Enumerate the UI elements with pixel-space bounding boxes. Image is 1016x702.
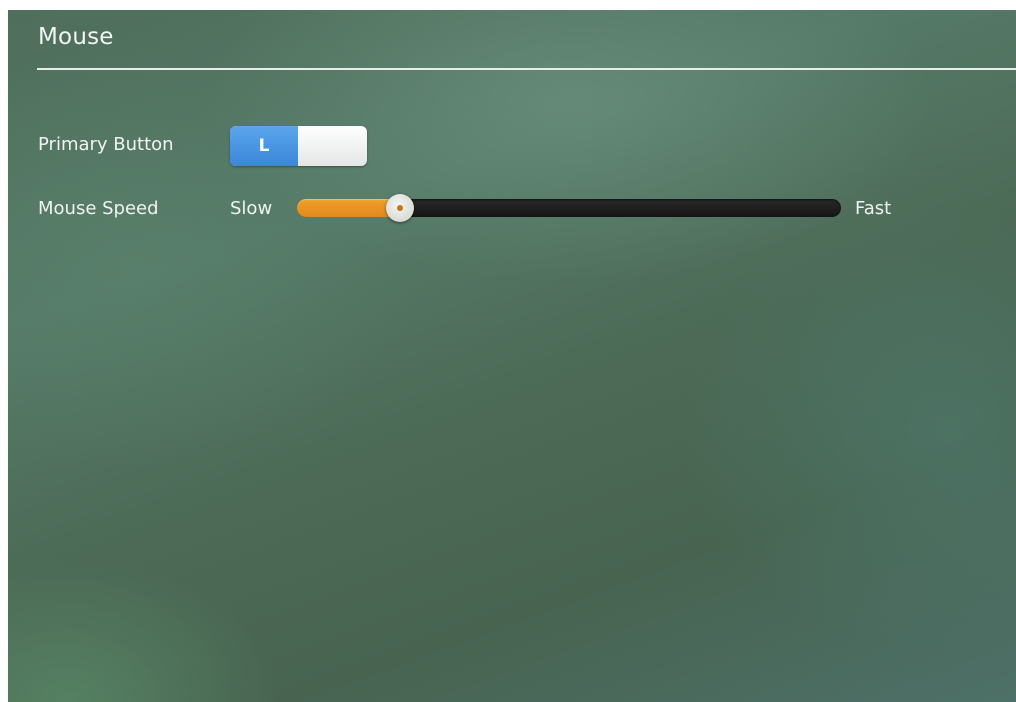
title-divider bbox=[37, 68, 1016, 70]
slider-min-label: Slow bbox=[230, 198, 273, 219]
mouse-settings-panel: Mouse Primary Button L Mouse Speed Slow … bbox=[8, 10, 1016, 702]
mouse-speed-label: Mouse Speed bbox=[38, 198, 159, 219]
slider-fill bbox=[297, 199, 400, 217]
slider-max-label: Fast bbox=[855, 198, 892, 219]
slider-thumb-dot bbox=[397, 205, 403, 211]
primary-button-toggle[interactable]: L bbox=[230, 126, 367, 166]
section-title: Mouse bbox=[38, 24, 114, 50]
mouse-speed-slider[interactable] bbox=[297, 194, 841, 222]
primary-button-label: Primary Button bbox=[38, 134, 174, 155]
slider-thumb[interactable] bbox=[386, 194, 414, 222]
primary-button-selected-value: L bbox=[230, 126, 298, 166]
